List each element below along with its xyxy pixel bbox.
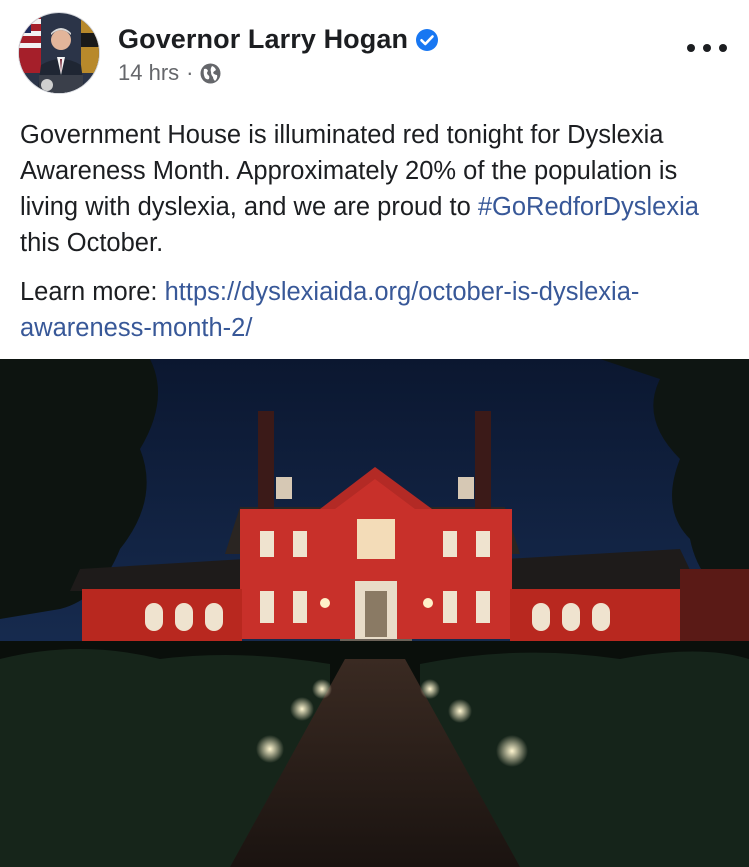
post-photo[interactable] [0, 359, 749, 867]
dot [687, 44, 695, 52]
more-options-icon[interactable] [687, 38, 727, 58]
meta-separator: · [186, 60, 194, 85]
red-lit-house-night-photo [0, 359, 749, 867]
post-meta: 14 hrs · [118, 60, 221, 86]
avatar-photo [19, 13, 99, 93]
hashtag-link[interactable]: #GoRedforDyslexia [478, 193, 699, 221]
verified-badge-icon [415, 28, 439, 52]
post-text-end: this October. [20, 229, 164, 257]
author-name[interactable]: Governor Larry Hogan [118, 24, 408, 55]
globe-icon[interactable] [200, 63, 221, 84]
post-text: Government House is illuminated red toni… [20, 117, 732, 261]
learn-more-line: Learn more: https://dyslexiaida.org/octo… [20, 274, 732, 346]
author-line: Governor Larry Hogan [118, 24, 439, 55]
dot [703, 44, 711, 52]
facebook-post: Governor Larry Hogan 14 hrs · Government… [0, 0, 749, 867]
avatar[interactable] [18, 12, 100, 94]
learn-more-label: Learn more: [20, 278, 158, 306]
post-timestamp[interactable]: 14 hrs [118, 60, 179, 86]
dot [719, 44, 727, 52]
post-header: Governor Larry Hogan 14 hrs · [0, 0, 749, 110]
